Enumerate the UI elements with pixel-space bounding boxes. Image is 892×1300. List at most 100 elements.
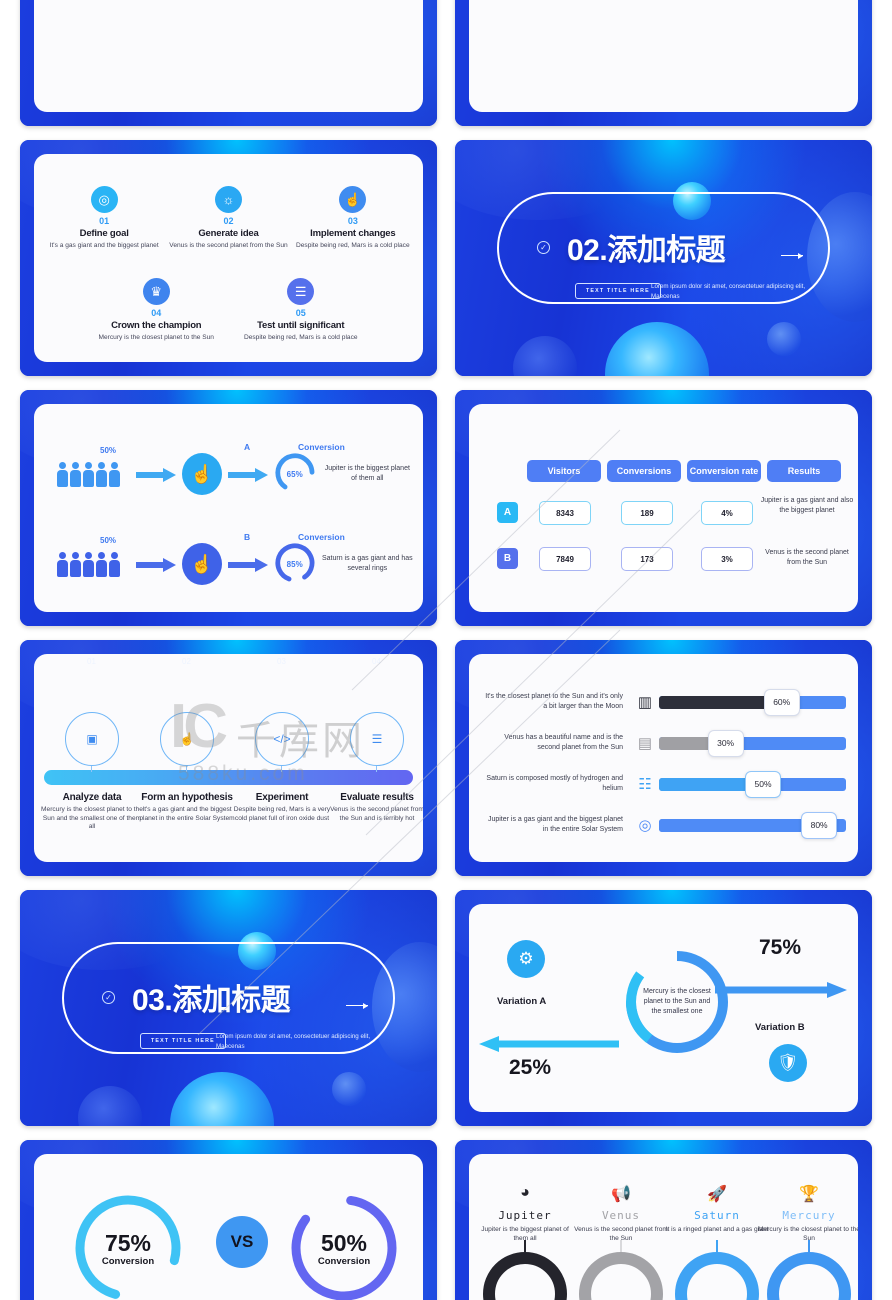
percent-value: 25% <box>509 1056 552 1079</box>
slide-thumbnail[interactable]: 01 02 03 04 ▣ ☝ </> ☰ Analyze data Mercu… <box>20 640 437 876</box>
planet-name: Jupiter <box>498 1209 552 1222</box>
click-node-icon: ☝ <box>160 712 214 766</box>
browser-code-icon: </> <box>255 712 309 766</box>
timeline-title: Analyze data <box>62 792 122 803</box>
conversion-value: 85% <box>286 559 303 569</box>
slide-thumbnail[interactable]: ✓ 03.添加标题 TEXT TITLE HERE Lorem ipsum do… <box>20 890 437 1126</box>
planet-item: 📢 Venus Venus is the second planet from … <box>569 1184 673 1244</box>
arrow-right-icon <box>227 557 268 572</box>
step-text: It's a gas giant and the biggest planet <box>49 242 159 249</box>
timeline-title: Experiment <box>255 792 309 803</box>
timeline-icon-wrap: ▣ <box>42 712 142 766</box>
progress-value: 60% <box>763 688 800 716</box>
timeline-number: 04 <box>372 657 381 666</box>
progress-label: Saturn is composed mostly of hydrogen an… <box>486 775 623 792</box>
funnel-percent: 50% <box>100 536 117 545</box>
left-gauge: 75% Conversion <box>72 1192 184 1300</box>
variation-label: Variation A <box>497 996 547 1007</box>
checklist-icon: ☰ <box>350 712 404 766</box>
slide-thumbnail[interactable]: ✓ 02.添加标题 TEXT TITLE HERE Lorem ipsum do… <box>455 140 872 376</box>
step-title: Define goal <box>79 228 129 239</box>
title-tag-button[interactable]: TEXT TITLE HERE <box>140 1033 226 1049</box>
step-number: 01 <box>99 216 110 226</box>
arrow-right-icon <box>781 251 803 260</box>
shield-window-icon: 🛡 <box>769 1044 807 1082</box>
slide-thumbnail[interactable]: 75% Conversion VS 50% Conversion <box>20 1140 437 1300</box>
steps-row-top: ◎ 01 Define goal It's a gas giant and th… <box>42 186 415 251</box>
steps-row-bottom: ♛ 04 Crown the champion Mercury is the c… <box>84 278 373 343</box>
step-number: 02 <box>223 216 234 226</box>
progress-label: Jupiter is a gas giant and the biggest p… <box>487 816 623 833</box>
progress-row: Saturn is composed mostly of hydrogen an… <box>481 766 846 802</box>
table-header: Conversion rate <box>687 460 761 482</box>
trophy-icon: 🏆 <box>799 1186 819 1203</box>
check-circle-icon: ✓ <box>102 991 115 1004</box>
donut-center-text: Mercury is the closest planet to the Sun… <box>643 987 711 1016</box>
progress-label: It's the closest planet to the Sun and i… <box>485 693 623 710</box>
progress-row: Jupiter is a gas giant and the biggest p… <box>481 807 846 843</box>
title-subtext: Lorem ipsum dolor sit amet, consectetuer… <box>651 283 806 300</box>
step-item: ☝ 03 Implement changes Despite being red… <box>291 186 415 251</box>
slide-thumbnail[interactable]: Mercury is the closest planet to the Sun… <box>455 890 872 1126</box>
target-icon: ◎ <box>90 186 118 213</box>
planet-item: ◕ Jupiter Jupiter is the biggest planet … <box>473 1184 577 1244</box>
progress-value: 80% <box>801 811 838 839</box>
slide-thumbnail[interactable]: A/B testing B Mars is a very cold place … <box>455 0 872 126</box>
step-text: Despite being red, Mars is a cold place <box>243 334 358 341</box>
table-cell: 8343 <box>539 501 591 525</box>
slide-thumbnail[interactable]: Visitors Conversions Conversion rate Res… <box>455 390 872 626</box>
step-text: Venus is the second planet from the Sun <box>169 242 288 249</box>
progress-track: 60% <box>659 688 846 716</box>
slide-card: Visitors Conversions Conversion rate Res… <box>469 404 858 612</box>
step-title: Crown the champion <box>111 320 202 331</box>
left-gauge-text: 75% Conversion <box>72 1192 184 1300</box>
step-item: ◎ 01 Define goal It's a gas giant and th… <box>42 186 166 251</box>
tree-connectors <box>469 0 858 112</box>
timeline-number: 01 <box>87 657 96 666</box>
timeline-title: Form an hypothesis <box>141 792 233 803</box>
template-preview-page: 30 20 10 0 </> Variation A <box>0 0 892 1300</box>
progress-value: 50% <box>745 770 782 798</box>
table-cell: 173 <box>621 547 673 571</box>
step-title: Generate idea <box>198 228 259 239</box>
slide-thumbnail[interactable]: ◕ Jupiter Jupiter is the biggest planet … <box>455 1140 872 1300</box>
vs-badge: VS <box>216 1216 268 1268</box>
slide-card: ◎ 01 Define goal It's a gas giant and th… <box>34 154 423 362</box>
slide-card: 30 20 10 0 </> Variation A <box>34 0 423 112</box>
variation-label: Variation B <box>755 1022 805 1033</box>
slide-thumbnail[interactable]: 50% ☝ A Conversion 65% Jupiter is the bi… <box>20 390 437 626</box>
rocket-icon: 🚀 <box>707 1186 727 1203</box>
funnel-percent: 50% <box>100 446 117 455</box>
funnel-text: Jupiter is the biggest planet of them al… <box>324 465 410 482</box>
table-cell: 7849 <box>539 547 591 571</box>
conversion-gauge: 85% <box>274 542 316 586</box>
conversion-label: Conversion <box>298 442 345 452</box>
table-cell: 4% <box>701 501 753 525</box>
table-cell: 3% <box>701 547 753 571</box>
slide-thumbnail[interactable]: 30 20 10 0 </> Variation A <box>20 0 437 126</box>
timeline-text: Despite being red, Mars is a very cold p… <box>233 806 331 822</box>
bar-chart-icon: ▥ <box>637 694 653 711</box>
slide-thumbnail[interactable]: ◎ 01 Define goal It's a gas giant and th… <box>20 140 437 376</box>
table-header: Conversions <box>607 460 681 482</box>
browser-settings-icon: ⚙ <box>507 940 545 978</box>
timeline-bar <box>44 770 413 785</box>
slide-grid: 30 20 10 0 </> Variation A <box>20 0 872 1300</box>
timeline-icon-wrap: ☰ <box>327 712 423 766</box>
planet-name: Venus <box>601 1209 641 1222</box>
planet-item: 🚀 Saturn It is a ringed planet and a gas… <box>665 1184 769 1234</box>
timeline-number: 02 <box>182 657 191 666</box>
timeline-text: Mercury is the closest planet to the Sun… <box>41 806 143 831</box>
title-tag-button[interactable]: TEXT TITLE HERE <box>575 283 661 299</box>
progress-track: 50% <box>659 770 846 798</box>
conversion-gauge: 65% <box>274 452 316 496</box>
gauge-caption: Conversion <box>317 1255 371 1267</box>
right-gauge: 50% Conversion <box>288 1192 400 1300</box>
timeline-text: It's a gas giant and the biggest planet … <box>139 806 235 822</box>
slide-card: Mercury is the closest planet to the Sun… <box>469 904 858 1112</box>
progress-label: Venus has a beautiful name and is the se… <box>504 734 623 751</box>
planet-text: It is a ringed planet and a gas giant <box>665 1226 769 1233</box>
funnel-row: 50% ☝ A Conversion 65% Jupiter is the bi… <box>48 430 413 518</box>
slide-thumbnail[interactable]: It's the closest planet to the Sun and i… <box>455 640 872 876</box>
title-subtext: Lorem ipsum dolor sit amet, consectetuer… <box>216 1033 371 1050</box>
